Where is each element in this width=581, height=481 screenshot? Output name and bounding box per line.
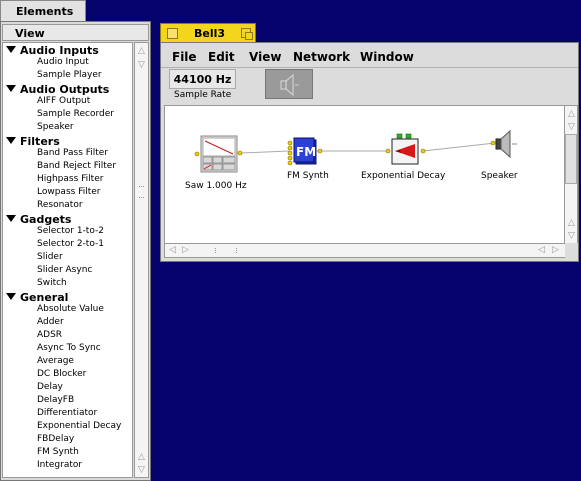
elements-list: Audio Inputs Audio Input Sample Player Audi… (2, 42, 133, 478)
sample-rate-label: Sample Rate (174, 90, 232, 100)
sample-rate-field[interactable]: 44100 Hz (169, 69, 236, 89)
list-item[interactable]: Audio Input (37, 57, 89, 67)
disclosure-triangle-icon[interactable] (6, 293, 16, 300)
list-item[interactable]: Slider Async (37, 265, 92, 275)
wire-saw-fm (240, 150, 290, 154)
menu-edit[interactable]: Edit (208, 50, 235, 64)
disclosure-triangle-icon[interactable] (6, 215, 16, 222)
category-label: Gadgets (20, 213, 72, 226)
list-item[interactable]: Absolute Value (37, 304, 104, 314)
list-item[interactable]: Slider (37, 252, 63, 262)
fm-synth-module[interactable]: FM (287, 137, 323, 166)
list-item[interactable]: Async To Sync (37, 343, 101, 353)
speaker-module[interactable] (490, 129, 517, 159)
list-item[interactable]: AIFF Output (37, 96, 90, 106)
list-item[interactable]: Speaker (37, 122, 74, 132)
speaker-icon (280, 73, 299, 97)
category-label: Audio Outputs (20, 83, 110, 96)
scroll-grip-icon[interactable] (215, 248, 237, 253)
list-item[interactable]: DelayFB (37, 395, 74, 405)
menu-window[interactable]: Window (360, 50, 414, 64)
list-item[interactable]: Band Reject Filter (37, 161, 116, 171)
elements-view-menu[interactable]: View (2, 24, 149, 41)
scroll-right-arrow-icon[interactable]: ▷ (549, 244, 562, 257)
category-filters[interactable]: Filters (6, 135, 60, 148)
list-item[interactable]: Sample Player (37, 70, 102, 80)
menu-view[interactable]: View (249, 50, 281, 64)
list-item[interactable]: Delay (37, 382, 63, 392)
list-item[interactable]: Switch (37, 278, 67, 288)
list-item[interactable]: FM Synth (37, 447, 79, 457)
list-item[interactable]: Resonator (37, 200, 83, 210)
list-item[interactable]: Lowpass Filter (37, 187, 100, 197)
scroll-down-arrow-icon[interactable]: ▽ (565, 230, 578, 243)
scroll-down-arrow-icon[interactable]: ▽ (135, 464, 148, 477)
list-item[interactable]: Selector 2-to-1 (37, 239, 104, 249)
category-gadgets[interactable]: Gadgets (6, 213, 71, 226)
scroll-left-arrow-icon[interactable]: ◁ (166, 244, 179, 257)
list-item[interactable]: Adder (37, 317, 64, 327)
patch-canvas[interactable]: FM Saw 1.000 Hz FM Synth Exponential Dec… (164, 105, 566, 244)
resize-corner[interactable] (565, 243, 578, 258)
scroll-up-arrow-icon[interactable]: △ (565, 108, 578, 121)
module-label-speaker: Speaker (481, 171, 518, 181)
scroll-down-arrow-icon[interactable]: ▽ (565, 121, 578, 134)
category-label: Audio Inputs (20, 44, 99, 57)
saw-oscillator-module[interactable] (194, 135, 243, 173)
list-item[interactable]: Average (37, 356, 74, 366)
category-audio-outputs[interactable]: Audio Outputs (6, 83, 109, 96)
scroll-up-arrow-icon[interactable]: △ (135, 451, 148, 464)
menu-file[interactable]: File (172, 50, 197, 64)
list-item[interactable]: Differentiator (37, 408, 97, 418)
disclosure-triangle-icon[interactable] (6, 137, 16, 144)
module-label-exponential-decay: Exponential Decay (361, 171, 446, 181)
scroll-grip-icon[interactable] (139, 186, 144, 198)
elements-vertical-scrollbar[interactable]: △ ▽ △ ▽ (134, 42, 149, 478)
scroll-down-arrow-icon[interactable]: ▽ (135, 59, 148, 72)
patch-horizontal-scrollbar[interactable]: ◁ ▷ ◁ ▷ (164, 243, 566, 258)
category-label: General (20, 291, 69, 304)
patch-window-title: Bell3 (194, 27, 226, 40)
disclosure-triangle-icon[interactable] (6, 85, 16, 92)
elements-window: View Audio Inputs Audio Input Sample Playe… (0, 21, 151, 481)
elements-window-tab[interactable]: Elements (0, 0, 86, 22)
wire-decay-speaker (422, 142, 496, 152)
list-item[interactable]: ADSR (37, 330, 62, 340)
list-item[interactable]: Selector 1-to-2 (37, 226, 104, 236)
disclosure-triangle-icon[interactable] (6, 46, 16, 53)
list-item[interactable]: Band Pass Filter (37, 148, 108, 158)
scroll-up-arrow-icon[interactable]: △ (135, 45, 148, 58)
module-label-fm-synth: FM Synth (287, 171, 329, 181)
menu-network[interactable]: Network (293, 50, 350, 64)
menu-bar: File Edit View Network Window (161, 46, 578, 68)
fm-icon-text: FM (296, 145, 316, 159)
patch-window-titlebar[interactable]: Bell3 (160, 23, 256, 43)
category-general[interactable]: General (6, 291, 68, 304)
close-box-icon[interactable] (167, 28, 178, 39)
scroll-left-arrow-icon[interactable]: ◁ (535, 244, 548, 257)
zoom-box-icon[interactable] (241, 28, 253, 40)
scroll-up-arrow-icon[interactable]: △ (565, 217, 578, 230)
speaker-toggle-button[interactable] (265, 69, 313, 99)
patch-vertical-scrollbar[interactable]: △ ▽ △ ▽ (564, 105, 578, 244)
vertical-scroll-thumb[interactable] (565, 134, 577, 184)
list-item[interactable]: Exponential Decay (37, 421, 121, 431)
module-label-saw: Saw 1.000 Hz (185, 181, 247, 191)
list-item[interactable]: Highpass Filter (37, 174, 103, 184)
scroll-right-arrow-icon[interactable]: ▷ (179, 244, 192, 257)
patch-window: File Edit View Network Window 44100 Hz S… (160, 42, 579, 262)
category-label: Filters (20, 135, 60, 148)
exponential-decay-module[interactable] (385, 133, 426, 165)
list-item[interactable]: DC Blocker (37, 369, 86, 379)
category-audio-inputs[interactable]: Audio Inputs (6, 44, 99, 57)
list-item[interactable]: Integrator (37, 460, 82, 470)
list-item[interactable]: FBDelay (37, 434, 74, 444)
list-item[interactable]: Sample Recorder (37, 109, 114, 119)
